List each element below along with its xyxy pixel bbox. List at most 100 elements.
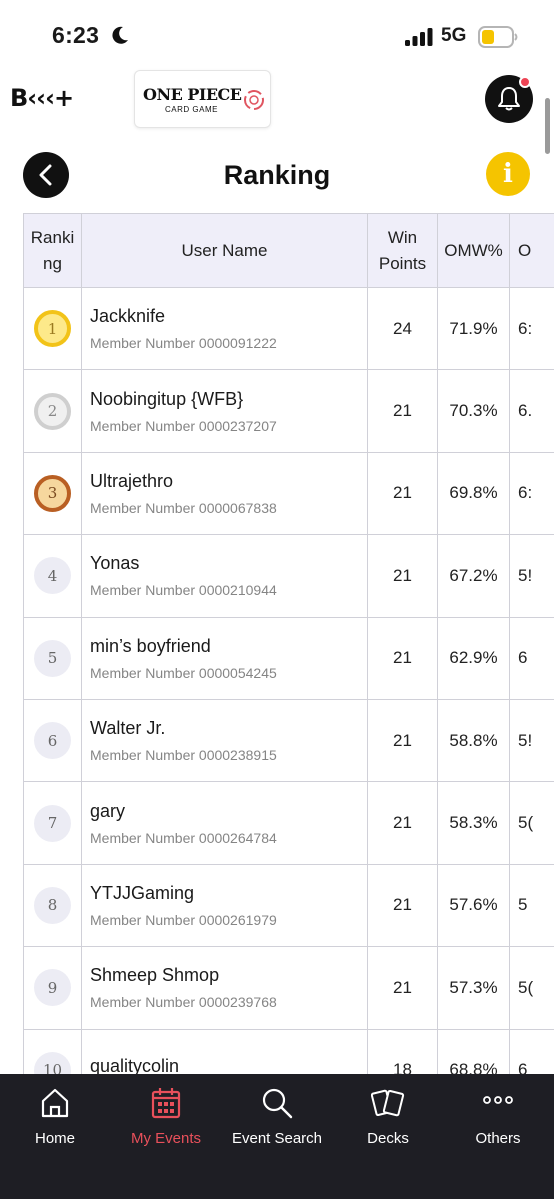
nav-label-home: Home xyxy=(34,1130,75,1147)
signal-icon xyxy=(405,28,433,46)
user-cell[interactable]: min’s boyfriend Member Number 0000054245 xyxy=(81,616,368,700)
truncated-column-cell: 6: xyxy=(509,286,554,371)
user-name: Yonas xyxy=(90,553,140,574)
user-cell[interactable]: Jackknife Member Number 0000091222 xyxy=(81,286,368,371)
app-header: B‹‹‹+ ONE PIECE CARD GAME xyxy=(0,68,554,132)
truncated-column-cell: 6 xyxy=(509,1028,554,1074)
rank-cell: 7 xyxy=(23,781,82,865)
user-cell[interactable]: Walter Jr. Member Number 0000238915 xyxy=(81,698,368,783)
bandai-tcg-plus-logo[interactable]: B‹‹‹+ xyxy=(10,84,74,114)
rank-badge: 8 xyxy=(34,886,71,924)
user-cell[interactable]: Shmeep Shmop Member Number 0000239768 xyxy=(81,946,368,1030)
table-row[interactable]: 7 gary Member Number 0000264784 21 58.3% 5( xyxy=(23,781,554,865)
rank-badge: 6 xyxy=(34,722,71,760)
win-points-cell: 21 xyxy=(367,863,438,948)
member-number: Member Number 0000091222 xyxy=(90,335,277,352)
header-omw-percent[interactable]: OMW% xyxy=(437,213,510,288)
truncated-column-cell: 5( xyxy=(509,946,554,1030)
nav-item-event-search[interactable]: Event Search xyxy=(222,1086,332,1147)
scroll-indicator[interactable] xyxy=(545,98,550,154)
rank-cell: 1 xyxy=(23,286,82,371)
user-cell[interactable]: gary Member Number 0000264784 xyxy=(81,781,368,865)
member-number: Member Number 0000261979 xyxy=(90,911,277,928)
brand-logo-text: B‹‹‹+ xyxy=(10,84,74,112)
truncated-column-cell: 6 xyxy=(509,616,554,700)
bronze-medal-icon: 3 xyxy=(34,474,71,512)
user-name: Shmeep Shmop xyxy=(90,965,220,986)
header-user-name[interactable]: User Name xyxy=(81,213,368,288)
table-row[interactable]: 8 YTJJGaming Member Number 0000261979 21 57.… xyxy=(23,863,554,948)
info-icon: i xyxy=(503,159,513,189)
omw-percent-cell: 57.3% xyxy=(437,946,510,1030)
game-logo-subtitle: CARD GAME xyxy=(165,105,218,114)
rank-cell: 2 xyxy=(23,369,82,453)
user-name: qualitycolin xyxy=(90,1055,180,1074)
user-name: YTJJGaming xyxy=(90,882,195,903)
table-row[interactable]: 9 Shmeep Shmop Member Number 0000239768 21 5… xyxy=(23,946,554,1030)
ranking-table-scroll[interactable]: Ranki ng User Name Win Points OMW% O 1 Ja… xyxy=(23,213,554,1074)
win-points-cell: 21 xyxy=(367,698,438,783)
page-title: Ranking xyxy=(223,160,331,190)
table-row[interactable]: 2 Noobingitup {WFB} Member Number 00002372… xyxy=(23,369,554,453)
user-name: Walter Jr. xyxy=(90,718,166,739)
nav-label-event-search: Event Search xyxy=(231,1130,323,1147)
table-row[interactable]: 4 Yonas Member Number 0000210944 21 67.2% 5! xyxy=(23,534,554,618)
game-logo-title: ONE PIECE xyxy=(143,85,242,104)
user-name: Jackknife xyxy=(90,306,166,327)
table-row[interactable]: 10 qualitycolin 18 68.8% 6 xyxy=(23,1028,554,1074)
omw-percent-cell: 70.3% xyxy=(437,369,510,453)
omw-percent-cell: 58.8% xyxy=(437,698,510,783)
rank-cell: 5 xyxy=(23,616,82,700)
truncated-column-cell: 5 xyxy=(509,863,554,948)
one-piece-card-game-logo[interactable]: ONE PIECE CARD GAME xyxy=(134,70,271,128)
truncated-column-cell: 6. xyxy=(509,369,554,453)
rank-badge: 4 xyxy=(34,557,71,595)
network-label: 5G xyxy=(441,25,467,46)
info-button[interactable]: i xyxy=(486,152,530,196)
user-name: min’s boyfriend xyxy=(90,635,211,656)
cards-icon xyxy=(371,1089,405,1117)
user-cell[interactable]: qualitycolin xyxy=(81,1028,368,1074)
user-cell[interactable]: Yonas Member Number 0000210944 xyxy=(81,534,368,618)
header-win-points[interactable]: Win Points xyxy=(367,213,438,288)
gold-medal-icon: 1 xyxy=(34,310,71,348)
table-row[interactable]: 3 Ultrajethro Member Number 0000067838 21 69… xyxy=(23,451,554,536)
win-points-cell: 21 xyxy=(367,369,438,453)
user-name: Ultrajethro xyxy=(90,470,174,491)
notification-badge xyxy=(519,76,531,88)
table-row[interactable]: 1 Jackknife Member Number 0000091222 24 71.9… xyxy=(23,286,554,371)
battery-icon xyxy=(478,26,518,48)
calendar-icon xyxy=(151,1088,181,1119)
ranking-table: Ranki ng User Name Win Points OMW% O 1 Ja… xyxy=(23,213,554,1074)
status-bar: 6:23 5G xyxy=(0,0,554,70)
table-row[interactable]: 6 Walter Jr. Member Number 0000238915 21 58.… xyxy=(23,698,554,783)
omw-percent-cell: 58.3% xyxy=(437,781,510,865)
table-header-row: Ranki ng User Name Win Points OMW% O xyxy=(23,213,554,288)
nav-label-my-events: My Events xyxy=(130,1130,202,1147)
user-cell[interactable]: Noobingitup {WFB} Member Number 000023720… xyxy=(81,369,368,453)
user-cell[interactable]: YTJJGaming Member Number 0000261979 xyxy=(81,863,368,948)
member-number: Member Number 0000067838 xyxy=(90,499,277,516)
rank-cell: 8 xyxy=(23,863,82,948)
omw-percent-cell: 57.6% xyxy=(437,863,510,948)
table-row[interactable]: 5 min’s boyfriend Member Number 0000054245… xyxy=(23,616,554,700)
truncated-column-cell: 5! xyxy=(509,534,554,618)
nav-item-my-events[interactable]: My Events xyxy=(111,1086,221,1147)
header-truncated-column[interactable]: O xyxy=(509,213,554,288)
user-cell[interactable]: Ultrajethro Member Number 0000067838 xyxy=(81,451,368,536)
header-ranking[interactable]: Ranki ng xyxy=(23,213,82,288)
truncated-column-cell: 6: xyxy=(509,451,554,536)
omw-percent-cell: 62.9% xyxy=(437,616,510,700)
omw-percent-cell: 67.2% xyxy=(437,534,510,618)
nav-item-decks[interactable]: Decks xyxy=(333,1086,443,1147)
win-points-cell: 21 xyxy=(367,946,438,1030)
win-points-cell: 21 xyxy=(367,616,438,700)
nav-item-home[interactable]: Home xyxy=(0,1086,110,1147)
nav-item-others[interactable]: Others xyxy=(443,1086,553,1147)
omw-percent-cell: 69.8% xyxy=(437,451,510,536)
rank-badge: 9 xyxy=(34,969,71,1007)
win-points-cell: 21 xyxy=(367,781,438,865)
search-icon xyxy=(262,1088,293,1119)
truncated-column-cell: 5! xyxy=(509,698,554,783)
win-points-cell: 21 xyxy=(367,534,438,618)
